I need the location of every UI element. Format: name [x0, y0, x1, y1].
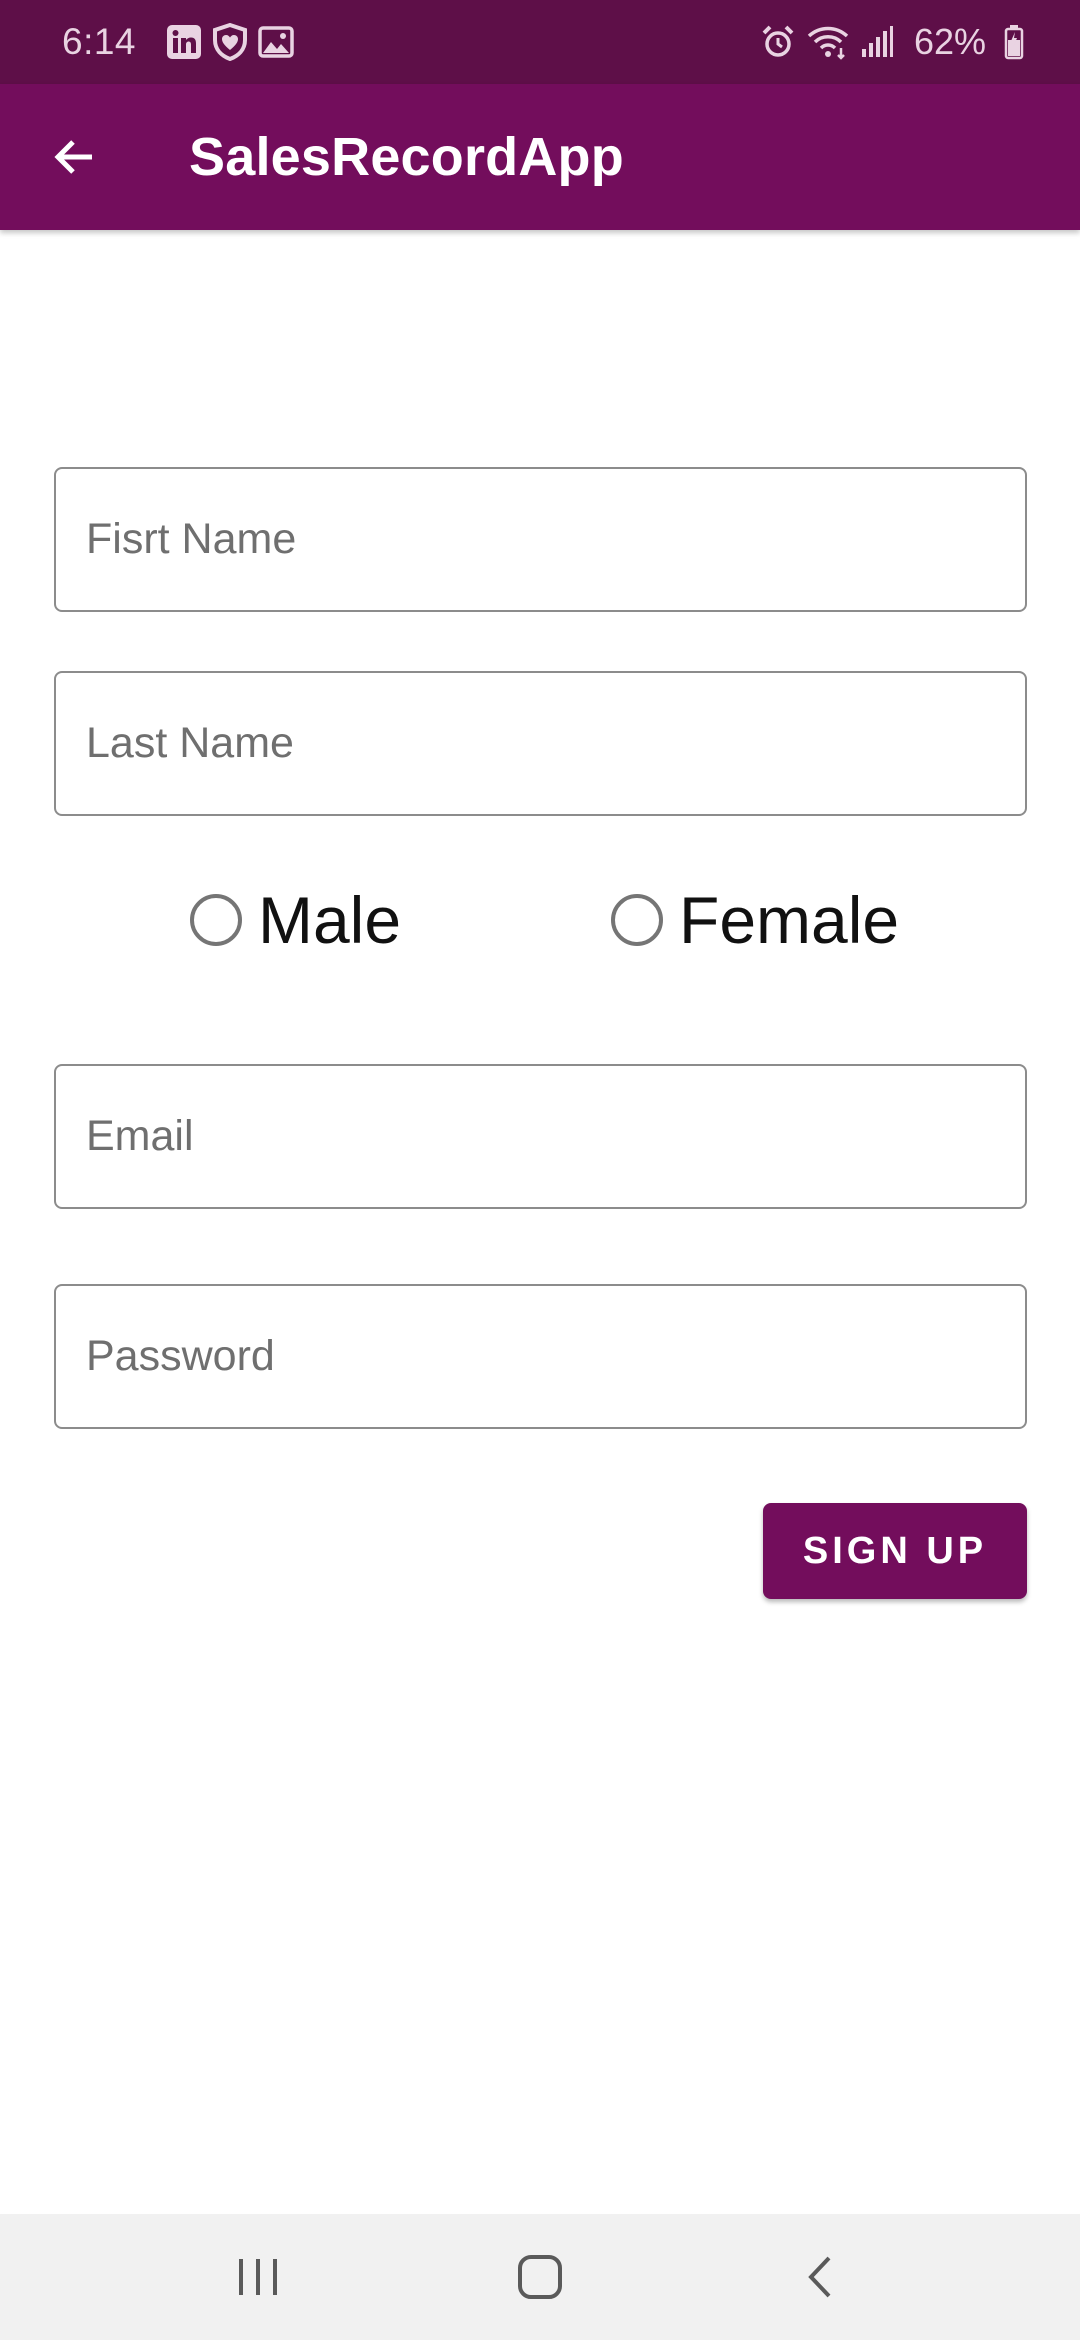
- status-right: 62%: [750, 21, 1024, 63]
- status-left: 6:14: [62, 21, 294, 63]
- battery-icon: [1004, 24, 1024, 60]
- radio-button-female[interactable]: [611, 894, 663, 946]
- gender-radio-male[interactable]: Male: [190, 880, 401, 960]
- back-button[interactable]: [42, 125, 106, 189]
- home-button[interactable]: [480, 2214, 600, 2340]
- radio-label-female: Female: [679, 883, 900, 957]
- alarm-icon: [760, 24, 796, 60]
- navigation-bar: [0, 2214, 1080, 2340]
- last-name-field: [54, 671, 1027, 816]
- signup-button[interactable]: SIGN UP: [763, 1503, 1027, 1599]
- linkedin-icon: [166, 24, 202, 60]
- back-nav-button[interactable]: [760, 2214, 880, 2340]
- image-icon: [258, 26, 294, 58]
- app-title: SalesRecordApp: [189, 127, 624, 187]
- last-name-input[interactable]: [56, 673, 1025, 814]
- home-icon: [518, 2255, 562, 2299]
- app-bar: SalesRecordApp: [0, 84, 1080, 230]
- status-time: 6:14: [62, 21, 137, 62]
- battery-percent: 62%: [913, 21, 986, 62]
- first-name-field: [54, 467, 1027, 612]
- status-bar: 6:14 62%: [0, 0, 1080, 84]
- password-input[interactable]: [56, 1286, 1025, 1427]
- recent-apps-icon: [239, 2259, 277, 2295]
- signal-icon: [860, 25, 894, 59]
- recent-apps-button[interactable]: [198, 2214, 318, 2340]
- email-input[interactable]: [56, 1066, 1025, 1207]
- gender-radio-female[interactable]: Female: [611, 880, 899, 960]
- screen: 6:14 62% SalesRecordApp Fisrt Name Last …: [0, 0, 1080, 2340]
- email-field: [54, 1064, 1027, 1209]
- back-nav-icon: [808, 2256, 831, 2298]
- arrow-back-icon: [54, 140, 92, 174]
- radio-button-male[interactable]: [190, 894, 242, 946]
- wifi-icon: [806, 24, 850, 60]
- shield-heart-icon: [212, 23, 248, 61]
- password-field: [54, 1284, 1027, 1429]
- first-name-input[interactable]: [56, 469, 1025, 610]
- radio-label-male: Male: [258, 883, 402, 957]
